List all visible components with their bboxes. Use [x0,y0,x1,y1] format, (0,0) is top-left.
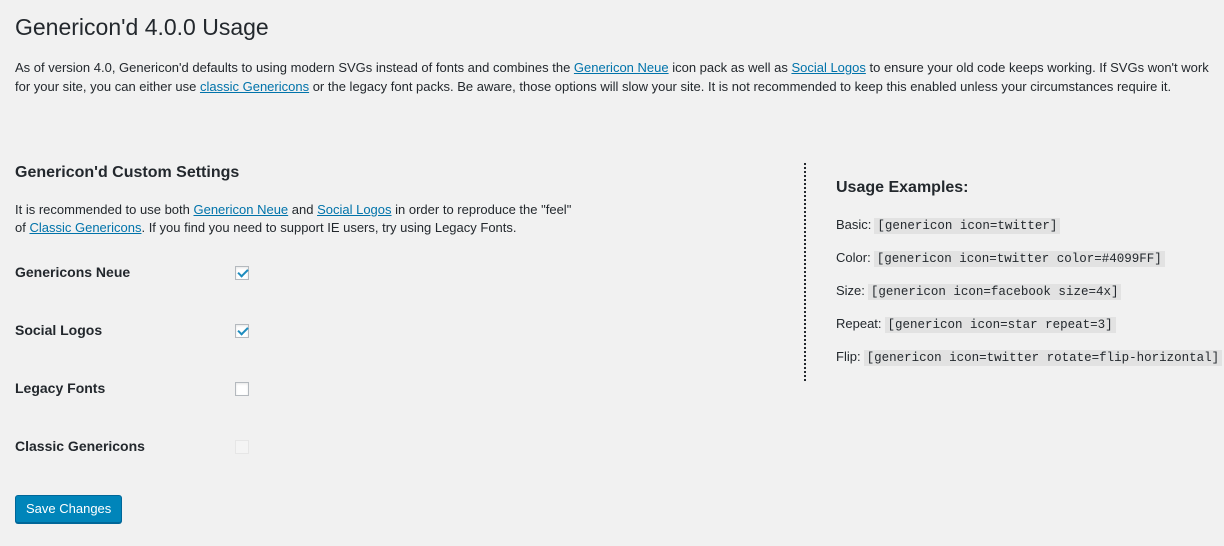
classic-genericons-checkbox [235,440,249,454]
intro-text-4: or the legacy font packs. Be aware, thos… [309,79,1172,94]
settings-social-logos-link[interactable]: Social Logos [317,202,391,217]
classic-genericons-link[interactable]: classic Genericons [200,79,309,94]
option-label-genericons-neue: Genericons Neue [15,264,131,280]
intro-text-2: icon pack as well as [668,60,792,75]
settings-description: It is recommended to use both Genericon … [15,201,615,237]
settings-desc-text-3: in order to reproduce the "feel" [391,202,572,217]
option-label-legacy-fonts: Legacy Fonts [15,380,106,396]
settings-genericon-neue-link[interactable]: Genericon Neue [193,202,288,217]
example-label-size: Size: [836,283,865,298]
example-code-flip: [genericon icon=twitter rotate=flip-hori… [863,350,1223,366]
intro-text-1: As of version 4.0, Genericon'd defaults … [15,60,574,75]
section-divider [804,163,806,381]
option-row-genericons-neue: Genericons Neue [15,262,315,282]
settings-desc-text-2: and [288,202,318,217]
option-row-social-logos: Social Logos [15,320,315,340]
page-title: Genericon'd 4.0.0 Usage [15,14,269,40]
usage-examples-heading: Usage Examples: [836,179,969,196]
example-code-color: [genericon icon=twitter color=#4099FF] [873,251,1165,267]
example-color: Color: [genericon icon=twitter color=#409… [836,249,1165,268]
checkmark-icon [237,266,249,278]
example-label-repeat: Repeat: [836,316,882,331]
settings-desc-text-4: of [15,220,30,235]
example-basic: Basic: [genericon icon=twitter] [836,216,1061,235]
option-row-classic-genericons: Classic Genericons [15,436,315,456]
intro-paragraph: As of version 4.0, Genericon'd defaults … [15,58,1210,96]
genericon-neue-link[interactable]: Genericon Neue [574,60,669,75]
example-label-flip: Flip: [836,349,861,364]
settings-heading: Genericon'd Custom Settings [15,164,240,181]
social-logos-link[interactable]: Social Logos [791,60,865,75]
genericons-neue-checkbox[interactable] [235,266,249,280]
checkmark-icon [237,324,249,336]
example-repeat: Repeat: [genericon icon=star repeat=3] [836,315,1116,334]
option-label-social-logos: Social Logos [15,322,103,338]
social-logos-checkbox[interactable] [235,324,249,338]
example-label-color: Color: [836,250,871,265]
settings-desc-text-5: . If you find you need to support IE use… [141,220,517,235]
example-code-basic: [genericon icon=twitter] [874,218,1061,234]
legacy-fonts-checkbox[interactable] [235,382,249,396]
example-size: Size: [genericon icon=facebook size=4x] [836,282,1122,301]
example-label-basic: Basic: [836,217,872,232]
option-label-classic-genericons: Classic Genericons [15,438,145,454]
example-code-repeat: [genericon icon=star repeat=3] [884,317,1116,333]
option-row-legacy-fonts: Legacy Fonts [15,378,315,398]
settings-desc-text-1: It is recommended to use both [15,202,194,217]
example-code-size: [genericon icon=facebook size=4x] [867,284,1122,300]
save-changes-button[interactable]: Save Changes [15,495,123,523]
settings-classic-genericons-link[interactable]: Classic Genericons [29,220,141,235]
example-flip: Flip: [genericon icon=twitter rotate=flip… [836,348,1223,367]
